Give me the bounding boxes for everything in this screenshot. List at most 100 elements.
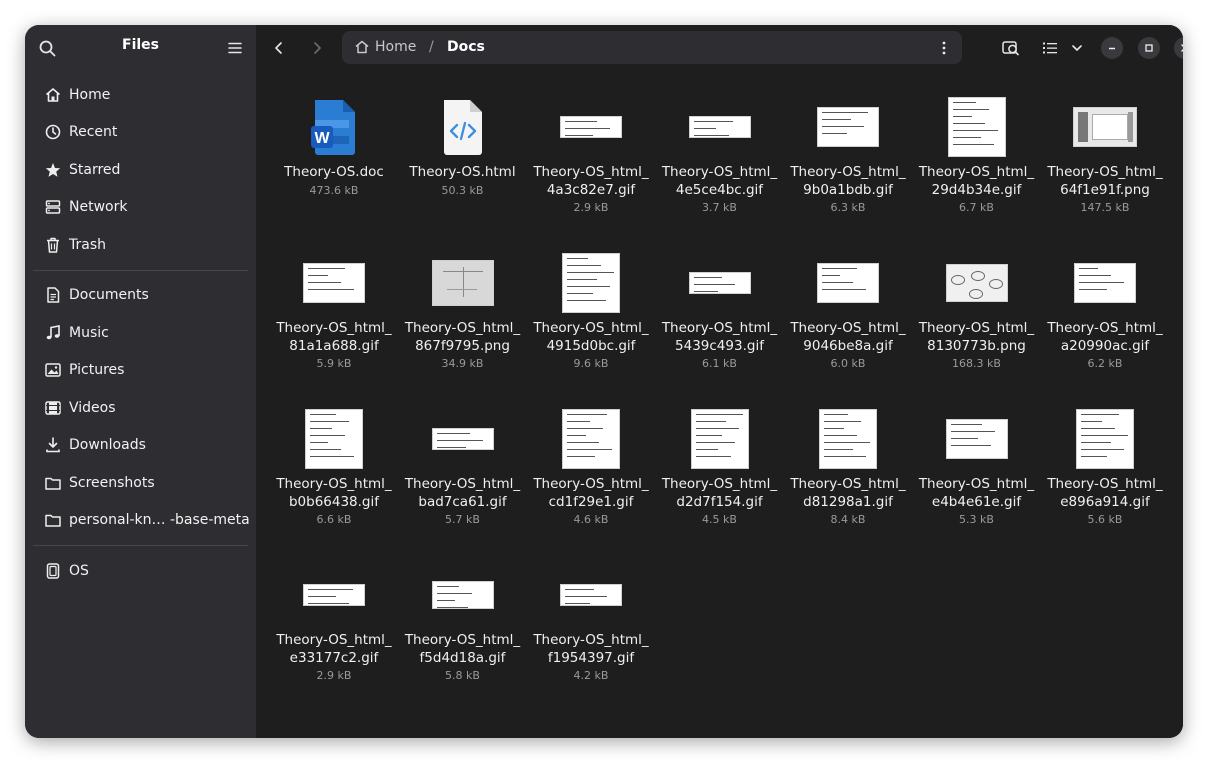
sidebar-divider: [33, 269, 248, 271]
file-name: Theory-OS_html_81a1a688.gif: [276, 320, 392, 354]
sidebar-item-os-drive[interactable]: OS: [25, 552, 256, 590]
picture-icon: [44, 361, 62, 379]
file-name: Theory-OS_html_867f9795.png: [404, 320, 521, 354]
sidebar-item-videos[interactable]: Videos: [25, 389, 256, 427]
sidebar-item-label: Pictures: [69, 362, 125, 379]
file-label: Theory-OS_html_4a3c82e7.gif 2.9 kB: [527, 164, 655, 215]
sidebar-item-label: Downloads: [69, 437, 146, 454]
close-button[interactable]: [1174, 37, 1183, 59]
video-icon: [44, 399, 62, 417]
file-label: Theory-OS_html_bad7ca61.gif 5.7 kB: [399, 476, 527, 527]
file-size: 6.0 kB: [830, 357, 866, 370]
sidebar-item-personal-kb[interactable]: personal-kn… -base-meta: [25, 502, 256, 540]
sidebar-item-home[interactable]: Home: [25, 76, 256, 114]
file-name: Theory-OS_html_d81298a1.gif: [790, 476, 906, 510]
file-size: 8.4 kB: [830, 513, 866, 526]
file-size: 6.7 kB: [959, 201, 994, 214]
image-thumbnail: [688, 251, 752, 315]
file-name: Theory-OS_html_9046be8a.gif: [790, 320, 906, 354]
breadcrumb-home[interactable]: Home: [375, 39, 416, 55]
image-thumbnail: [431, 251, 495, 315]
file-name: Theory-OS_html_5439c493.gif: [661, 320, 778, 354]
sidebar-item-recent[interactable]: Recent: [25, 114, 256, 152]
sidebar-item-documents[interactable]: Documents: [25, 277, 256, 315]
file-name: Theory-OS_html_e33177c2.gif: [276, 632, 392, 666]
sidebar-list: Home Recent Starred Network Trash Docume…: [25, 76, 256, 590]
folder-icon: [44, 474, 62, 492]
network-icon: [44, 198, 62, 216]
file-size: 2.9 kB: [316, 669, 352, 682]
file-size: 168.3 kB: [952, 357, 1001, 370]
sidebar-item-starred[interactable]: Starred: [25, 151, 256, 189]
file-name: Theory-OS.doc: [284, 164, 384, 180]
file-size: 34.9 kB: [441, 357, 484, 370]
image-thumbnail: [688, 95, 752, 159]
sidebar-item-label: Videos: [69, 399, 116, 416]
image-thumbnail: [302, 251, 366, 315]
sidebar-item-music[interactable]: Music: [25, 314, 256, 352]
image-thumbnail: [816, 95, 880, 159]
breadcrumb-current[interactable]: Docs: [447, 39, 485, 55]
file-size: 9.6 kB: [573, 357, 609, 370]
sidebar-item-trash[interactable]: Trash: [25, 226, 256, 264]
toolbar: Home / Docs: [256, 25, 1183, 71]
file-size: 6.3 kB: [830, 201, 866, 214]
image-thumbnail: [688, 407, 752, 471]
file-name: Theory-OS_html_bad7ca61.gif: [404, 476, 521, 510]
sidebar-item-label: Screenshots: [69, 474, 155, 491]
sidebar-item-downloads[interactable]: Downloads: [25, 427, 256, 465]
sidebar-item-label: Home: [69, 86, 111, 103]
chevron-down-icon: [1072, 45, 1082, 51]
image-thumbnail: [816, 407, 880, 471]
sidebar-item-screenshots[interactable]: Screenshots: [25, 464, 256, 502]
sidebar-item-label: Trash: [69, 236, 106, 253]
view-list-button[interactable]: [1038, 36, 1062, 60]
image-thumbnail: [559, 251, 623, 315]
breadcrumb-separator: /: [429, 39, 434, 55]
sidebar-item-pictures[interactable]: Pictures: [25, 352, 256, 390]
file-name: Theory-OS_html_4915d0bc.gif: [533, 320, 649, 354]
view-options-button[interactable]: [1065, 36, 1089, 60]
image-thumbnail: [559, 563, 623, 627]
file-label: Theory-OS_html_a20990ac.gif 6.2 kB: [1041, 320, 1169, 371]
minimize-button[interactable]: [1101, 37, 1123, 59]
file-name: Theory-OS_html_f5d4d18a.gif: [404, 632, 521, 666]
more-options-icon[interactable]: [936, 39, 952, 57]
maximize-icon: [1145, 44, 1153, 52]
file-size: 3.7 kB: [702, 201, 737, 214]
music-icon: [44, 324, 62, 342]
file-label: Theory-OS_html_f5d4d18a.gif 5.8 kB: [399, 632, 527, 683]
image-thumbnail: [559, 95, 623, 159]
file-name: Theory-OS_html_e896a914.gif: [1047, 476, 1163, 510]
file-name: Theory-OS_html_a20990ac.gif: [1047, 320, 1163, 354]
hamburger-menu-icon[interactable]: [226, 39, 244, 57]
file-label: Theory-OS_html_cd1f29e1.gif 4.6 kB: [527, 476, 655, 527]
folder-icon: [44, 511, 62, 529]
file-label: Theory-OS_html_f1954397.gif 4.2 kB: [527, 632, 655, 683]
forward-button[interactable]: [305, 36, 329, 60]
main-area: Home / Docs W Theory-OS.doc 473.6 kB The…: [256, 25, 1183, 738]
sidebar-item-label: Music: [69, 324, 109, 341]
file-size: 5.3 kB: [959, 513, 994, 526]
file-label: Theory-OS_html_5439c493.gif 6.1 kB: [656, 320, 784, 371]
file-size: 4.5 kB: [702, 513, 737, 526]
search-files-button[interactable]: [999, 36, 1023, 60]
image-thumbnail: [431, 563, 495, 627]
file-size: 4.2 kB: [573, 669, 609, 682]
file-name: Theory-OS_html_4e5ce4bc.gif: [661, 164, 778, 198]
file-name: Theory-OS_html_d2d7f154.gif: [661, 476, 778, 510]
file-size: 473.6 kB: [309, 183, 359, 197]
image-thumbnail: [302, 407, 366, 471]
maximize-button[interactable]: [1138, 37, 1160, 59]
sidebar-item-network[interactable]: Network: [25, 189, 256, 227]
file-size: 6.1 kB: [702, 357, 737, 370]
location-bar[interactable]: Home / Docs: [342, 31, 962, 64]
file-label: Theory-OS_html_867f9795.png 34.9 kB: [399, 320, 527, 371]
image-thumbnail: [945, 251, 1009, 315]
back-button[interactable]: [267, 36, 291, 60]
file-size: 5.9 kB: [316, 357, 352, 370]
download-icon: [44, 436, 62, 454]
chevron-right-icon: [314, 42, 321, 54]
file-label: Theory-OS_html_8130773b.png 168.3 kB: [913, 320, 1041, 371]
file-label: Theory-OS_html_d2d7f154.gif 4.5 kB: [656, 476, 784, 527]
